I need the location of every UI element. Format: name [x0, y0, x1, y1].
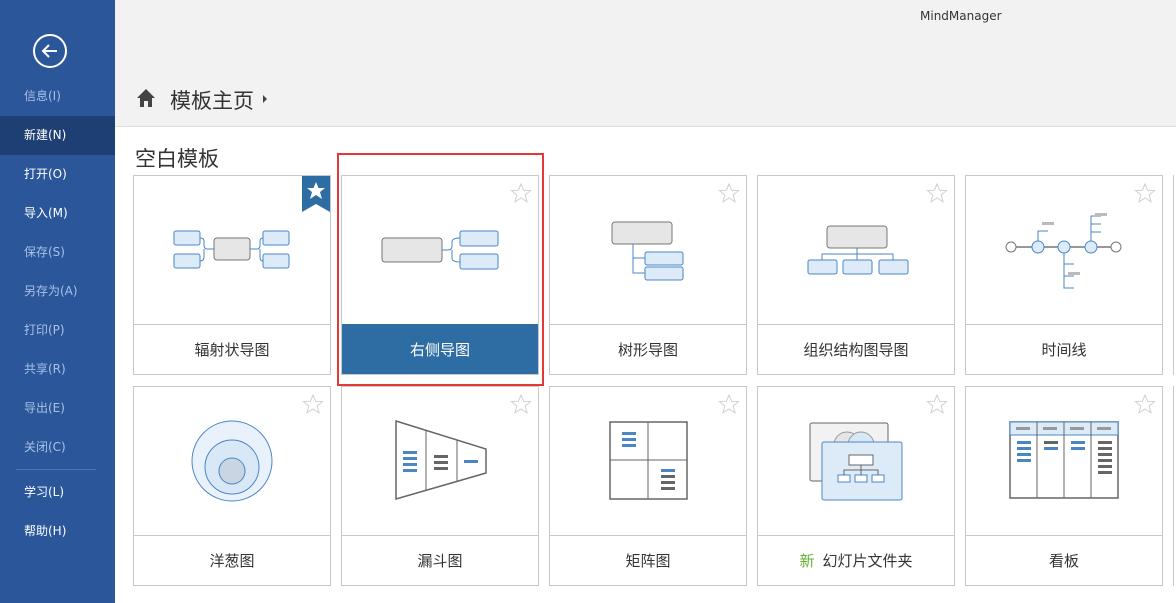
template-card-right-map[interactable]: 右侧导图	[341, 175, 539, 375]
sidebar-item-close[interactable]: 关闭(C)	[0, 428, 115, 467]
sidebar-item-export[interactable]: 导出(E)	[0, 389, 115, 428]
favorite-star-icon[interactable]	[510, 182, 532, 204]
template-label: 时间线	[966, 324, 1162, 374]
slide-folder-icon	[809, 422, 903, 501]
sidebar-item-save-as[interactable]: 另存为(A)	[0, 272, 115, 311]
sidebar-item-print[interactable]: 打印(P)	[0, 311, 115, 350]
template-card-funnel[interactable]: 漏斗图	[341, 386, 539, 586]
template-card-tree[interactable]: 树形导图	[549, 175, 747, 375]
timeline-icon	[1005, 213, 1122, 289]
favorite-star-icon[interactable]	[1134, 393, 1156, 415]
breadcrumb[interactable]: 模板主页	[170, 85, 254, 115]
template-card-org-chart[interactable]: 组织结构图导图	[757, 175, 955, 375]
sidebar-item-new[interactable]: 新建(N)	[0, 116, 115, 155]
onion-diagram-icon	[191, 420, 273, 502]
favorite-star-icon[interactable]	[926, 182, 948, 204]
home-icon[interactable]	[136, 88, 156, 108]
back-arrow-icon[interactable]	[33, 34, 67, 68]
matrix-diagram-icon	[609, 421, 688, 500]
template-card-slide-folder[interactable]: 新幻灯片文件夹	[757, 386, 955, 586]
sidebar-divider	[16, 469, 96, 470]
radial-map-icon	[173, 230, 290, 269]
template-card-matrix[interactable]: 矩阵图	[549, 386, 747, 586]
template-label: 洋葱图	[134, 535, 330, 585]
bookmark-star-icon	[302, 176, 330, 212]
sidebar-item-learn[interactable]: 学习(L)	[0, 473, 115, 512]
chevron-right-icon[interactable]	[263, 95, 267, 103]
template-label-text: 幻灯片文件夹	[822, 552, 913, 570]
org-chart-icon	[807, 225, 909, 275]
sidebar-item-help[interactable]: 帮助(H)	[0, 512, 115, 551]
template-label: 右侧导图	[342, 324, 538, 374]
sidebar: 信息(I) 新建(N) 打开(O) 导入(M) 保存(S) 另存为(A) 打印(…	[0, 0, 115, 603]
favorite-star-icon[interactable]	[718, 393, 740, 415]
template-label: 辐射状导图	[134, 324, 330, 374]
funnel-diagram-icon	[395, 419, 487, 500]
template-label: 组织结构图导图	[758, 324, 954, 374]
sidebar-item-share[interactable]: 共享(R)	[0, 350, 115, 389]
favorite-star-icon[interactable]	[718, 182, 740, 204]
template-card-radial[interactable]: 辐射状导图	[133, 175, 331, 375]
template-card-onion[interactable]: 洋葱图	[133, 386, 331, 586]
header	[115, 0, 1176, 127]
template-label: 看板	[966, 535, 1162, 585]
template-label: 新幻灯片文件夹	[758, 535, 954, 585]
section-title: 空白模板	[135, 147, 219, 171]
app-title: MindManager	[920, 9, 1002, 23]
favorite-star-icon[interactable]	[510, 393, 532, 415]
favorite-star-icon[interactable]	[302, 393, 324, 415]
tree-map-icon	[611, 221, 684, 281]
new-badge: 新	[799, 552, 815, 570]
favorite-star-icon[interactable]	[926, 393, 948, 415]
template-label: 矩阵图	[550, 535, 746, 585]
template-card-timeline[interactable]: 时间线	[965, 175, 1163, 375]
sidebar-item-open[interactable]: 打开(O)	[0, 155, 115, 194]
kanban-icon	[1009, 421, 1119, 499]
right-map-icon	[381, 230, 499, 270]
template-label: 树形导图	[550, 324, 746, 374]
sidebar-item-info[interactable]: 信息(I)	[0, 77, 115, 116]
favorite-star-icon[interactable]	[1134, 182, 1156, 204]
sidebar-item-import[interactable]: 导入(M)	[0, 194, 115, 233]
sidebar-item-save[interactable]: 保存(S)	[0, 233, 115, 272]
template-label: 漏斗图	[342, 535, 538, 585]
template-card-kanban[interactable]: 看板	[965, 386, 1163, 586]
